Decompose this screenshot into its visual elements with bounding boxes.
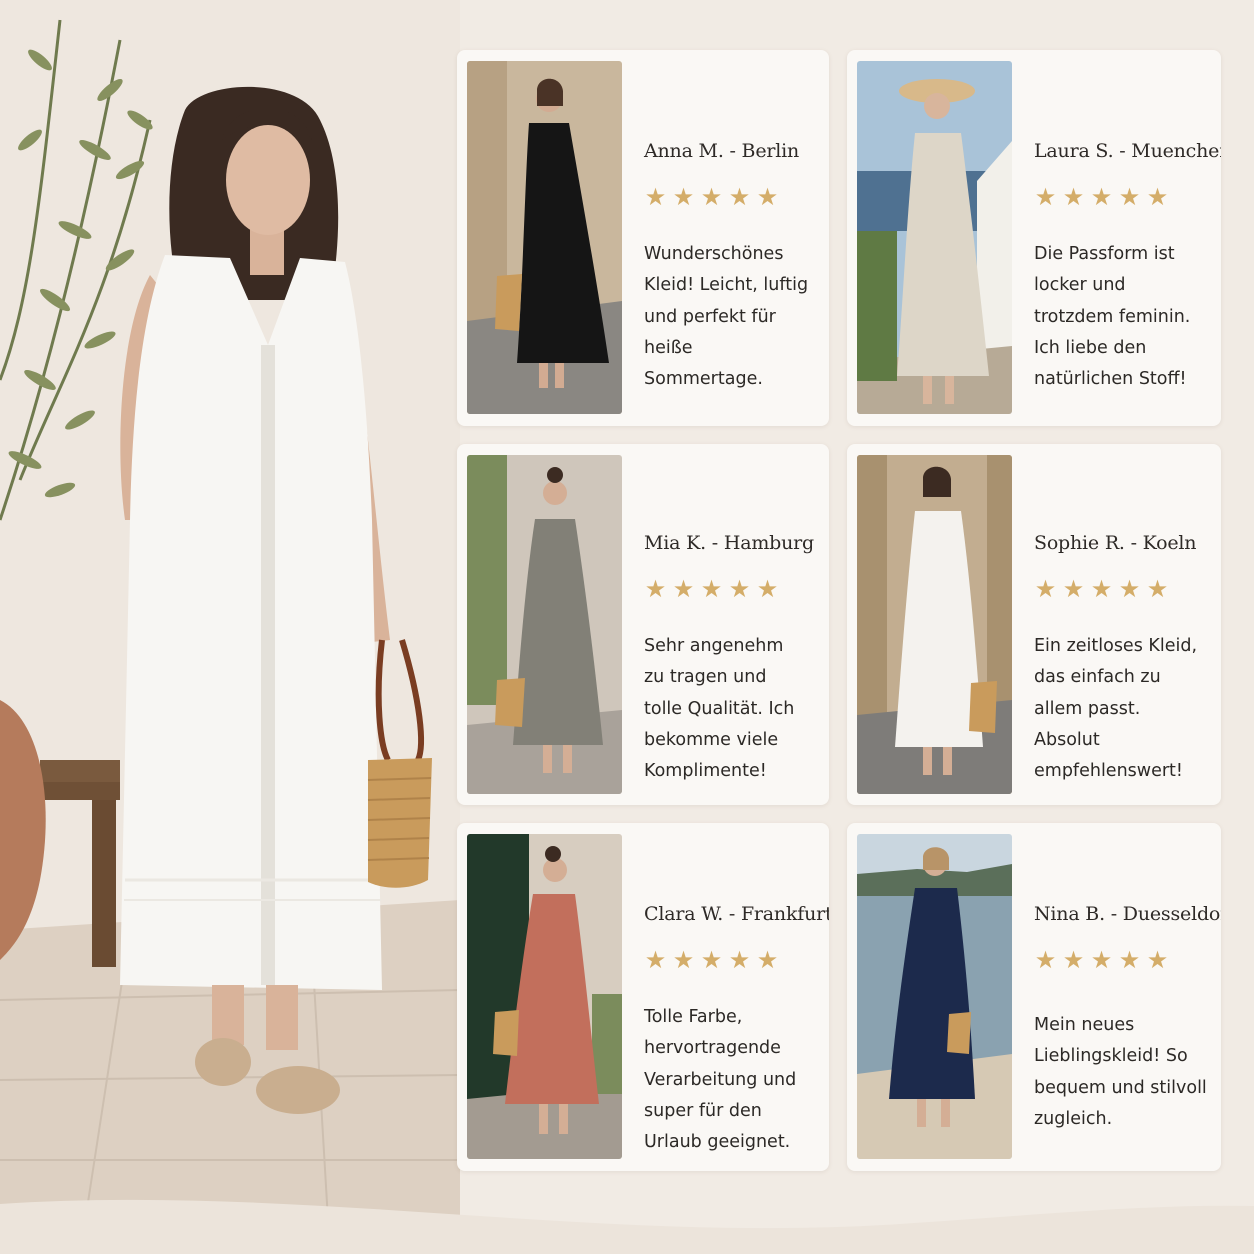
review-card: Mia K. - Hamburg ★ ★ ★ ★ ★ Sehr angenehm zu … — [457, 444, 829, 805]
review-text: Die Passform ist locker und trotzdem fem… — [1034, 244, 1191, 390]
star-icon: ★ — [728, 575, 751, 603]
review-photo — [467, 455, 622, 794]
star-icon: ★ — [1062, 575, 1085, 603]
star-icon: ★ — [1090, 183, 1113, 211]
star-rating: ★ ★ ★ ★ ★ — [644, 577, 819, 601]
star-rating: ★ ★ ★ ★ ★ — [644, 185, 819, 209]
review-text: Sehr angenehm zu tragen und tolle Qualit… — [644, 636, 795, 782]
reviewer-name: Mia K. - Hamburg — [644, 532, 814, 554]
star-rating: ★ ★ ★ ★ ★ — [1034, 577, 1211, 601]
review-card: Clara W. - Frankfurt ★ ★ ★ ★ ★ Tolle Farbe, … — [457, 823, 829, 1171]
star-icon: ★ — [672, 575, 695, 603]
star-icon: ★ — [1146, 575, 1169, 603]
star-icon: ★ — [644, 183, 667, 211]
grey-dress-photo-icon — [467, 455, 622, 794]
navy-dress-photo-icon — [857, 834, 1012, 1159]
star-icon: ★ — [1118, 946, 1141, 974]
review-text: Wunderschönes Kleid! Leicht, luftig und … — [644, 244, 809, 390]
reviewer-name: Laura S. - Muenchen — [1034, 140, 1221, 162]
hero-image — [0, 0, 460, 1254]
white-dress-photo-icon — [857, 455, 1012, 794]
reviewer-name: Clara W. - Frankfurt — [644, 903, 829, 925]
review-text: Mein neues Lieblingskleid! So bequem und… — [1034, 1015, 1207, 1129]
star-rating: ★ ★ ★ ★ ★ — [644, 948, 819, 972]
reviewer-name: Nina B. - Duesseldorf — [1034, 903, 1221, 925]
reviewer-name: Anna M. - Berlin — [644, 140, 800, 162]
review-card: Nina B. - Duesseldorf ★ ★ ★ ★ ★ Mein neues L… — [847, 823, 1221, 1171]
star-icon: ★ — [728, 946, 751, 974]
star-icon: ★ — [1146, 946, 1169, 974]
star-icon: ★ — [1090, 946, 1113, 974]
star-icon: ★ — [756, 183, 779, 211]
review-text: Tolle Farbe, hervortragende Verarbeitung… — [644, 1007, 797, 1153]
hero-model-icon — [0, 0, 460, 1254]
star-icon: ★ — [644, 946, 667, 974]
star-rating: ★ ★ ★ ★ ★ — [1034, 948, 1211, 972]
star-icon: ★ — [756, 946, 779, 974]
review-photo — [857, 455, 1012, 794]
star-icon: ★ — [1062, 946, 1085, 974]
review-photo — [467, 61, 622, 414]
reviewer-name: Sophie R. - Koeln — [1034, 532, 1197, 554]
review-card: Laura S. - Muenchen ★ ★ ★ ★ ★ Die Passform i… — [847, 50, 1221, 426]
star-icon: ★ — [700, 183, 723, 211]
terracotta-dress-photo-icon — [467, 834, 622, 1159]
star-icon: ★ — [1034, 946, 1057, 974]
review-photo — [857, 834, 1012, 1159]
review-text: Ein zeitloses Kleid, das einfach zu alle… — [1034, 636, 1198, 782]
star-icon: ★ — [1034, 575, 1057, 603]
star-icon: ★ — [1090, 575, 1113, 603]
review-photo — [467, 834, 622, 1159]
beige-dress-photo-icon — [857, 61, 1012, 414]
star-icon: ★ — [1062, 183, 1085, 211]
star-icon: ★ — [1034, 183, 1057, 211]
star-icon: ★ — [756, 575, 779, 603]
star-icon: ★ — [672, 183, 695, 211]
review-card: Anna M. - Berlin ★ ★ ★ ★ ★ Wunderschönes Kle… — [457, 50, 829, 426]
review-photo — [857, 61, 1012, 414]
star-icon: ★ — [700, 946, 723, 974]
review-card: Sophie R. - Koeln ★ ★ ★ ★ ★ Ein zeitloses Kl… — [847, 444, 1221, 805]
star-icon: ★ — [672, 946, 695, 974]
decorative-wave — [0, 1199, 1254, 1254]
black-dress-photo-icon — [467, 61, 622, 414]
star-icon: ★ — [644, 575, 667, 603]
star-icon: ★ — [1118, 183, 1141, 211]
star-icon: ★ — [1146, 183, 1169, 211]
star-icon: ★ — [700, 575, 723, 603]
star-rating: ★ ★ ★ ★ ★ — [1034, 185, 1211, 209]
star-icon: ★ — [728, 183, 751, 211]
star-icon: ★ — [1118, 575, 1141, 603]
